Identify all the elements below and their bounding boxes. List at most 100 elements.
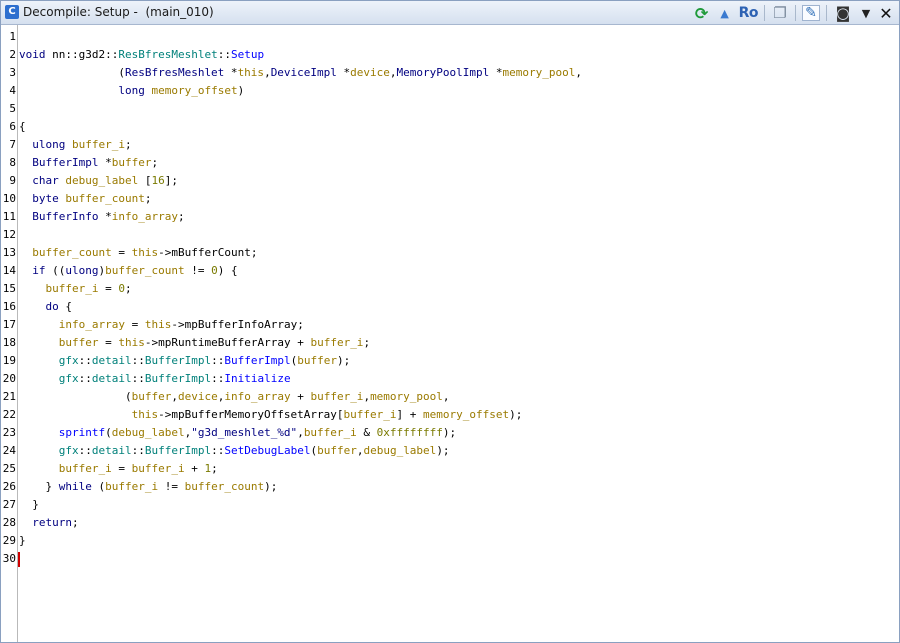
code-token: = xyxy=(98,282,119,295)
code-token: * xyxy=(336,66,351,79)
code-token: ; xyxy=(151,156,159,169)
line-number: 6 xyxy=(9,120,16,133)
code-token: [ xyxy=(138,174,152,187)
code-line[interactable]: 15 buffer_i = 0; xyxy=(1,280,899,298)
code-line[interactable]: 2 void nn::g3d2::ResBfresMeshlet::Setup xyxy=(1,46,899,64)
function-graph-icon[interactable]: ▲ xyxy=(717,4,733,22)
code-token: info_array xyxy=(111,210,178,223)
code-token: ( xyxy=(19,66,125,79)
code-line[interactable]: 12 xyxy=(1,226,899,244)
code-line[interactable]: 25 buffer_i = buffer_i + 1; xyxy=(1,460,899,478)
code-token: BufferImpl xyxy=(224,354,291,367)
decompiler-window: C Decompile: Setup - (main_010) ⟳ ▲ Ro ❐… xyxy=(0,0,900,643)
code-token: + xyxy=(184,462,205,475)
code-token: = xyxy=(111,246,132,259)
code-token: this xyxy=(118,336,145,349)
code-line[interactable]: 24 gfx::detail::BufferImpl::SetDebugLabe… xyxy=(1,442,899,460)
code-token: buffer xyxy=(297,354,337,367)
code-line[interactable]: 26 } while (buffer_i != buffer_count); xyxy=(1,478,899,496)
code-token: while xyxy=(58,480,92,493)
code-token: } xyxy=(19,534,26,547)
chevron-down-icon[interactable]: ▼ xyxy=(859,4,873,22)
line-number: 12 xyxy=(2,228,16,241)
code-line[interactable]: 19 gfx::detail::BufferImpl::BufferImpl(b… xyxy=(1,352,899,370)
toolbar-separator xyxy=(795,5,796,21)
code-line[interactable]: 27 } xyxy=(1,496,899,514)
code-line[interactable]: 7 ulong buffer_i; xyxy=(1,136,899,154)
code-line[interactable]: 21 (buffer,device,info_array + buffer_i,… xyxy=(1,388,899,406)
code-token: ->mpBufferMemoryOffsetArray[ xyxy=(158,408,344,421)
code-line[interactable]: 23 sprintf(debug_label,"g3d_meshlet_%d",… xyxy=(1,424,899,442)
close-icon[interactable]: ✕ xyxy=(879,4,893,23)
line-number: 3 xyxy=(9,66,16,79)
snapshot-icon[interactable]: ◙ xyxy=(833,4,853,22)
code-token: , xyxy=(575,66,582,79)
code-line[interactable]: 9 char debug_label [16]; xyxy=(1,172,899,190)
code-line[interactable]: 5 xyxy=(1,100,899,118)
code-line[interactable]: 30 xyxy=(1,550,899,568)
code-token: :: xyxy=(131,444,145,457)
line-number: 23 xyxy=(2,426,16,439)
code-token: memory_offset xyxy=(423,408,510,421)
copy-icon[interactable]: ❐ xyxy=(771,4,789,22)
code-line[interactable]: 18 buffer = this->mpRuntimeBufferArray +… xyxy=(1,334,899,352)
code-text: } xyxy=(19,532,26,550)
code-token: long xyxy=(118,84,145,97)
code-token: ) xyxy=(237,84,245,97)
line-number: 11 xyxy=(2,210,16,223)
line-number: 21 xyxy=(2,390,16,403)
line-number: 25 xyxy=(2,462,16,475)
decompile-app-icon: C xyxy=(5,5,19,19)
code-text: BufferImpl *buffer; xyxy=(19,154,158,172)
line-number: 5 xyxy=(9,102,16,115)
code-token: -> xyxy=(158,246,172,259)
code-line[interactable]: 20 gfx::detail::BufferImpl::Initialize xyxy=(1,370,899,388)
code-line[interactable]: 4 long memory_offset) xyxy=(1,82,899,100)
refresh-icon[interactable]: ⟳ xyxy=(693,4,711,23)
code-line[interactable]: 22 this->mpBufferMemoryOffsetArray[buffe… xyxy=(1,406,899,424)
line-number: 1 xyxy=(9,30,16,43)
read-only-toggle[interactable]: Ro xyxy=(739,4,759,22)
line-number: 27 xyxy=(2,498,16,511)
code-text: byte buffer_count; xyxy=(19,190,151,208)
edit-icon[interactable]: ✎ xyxy=(802,5,820,21)
code-text: if ((ulong)buffer_count != 0) { xyxy=(19,262,237,280)
code-token: * xyxy=(98,210,112,223)
code-line[interactable]: 28 return; xyxy=(1,514,899,532)
toolbar-separator xyxy=(826,5,827,21)
code-line[interactable]: 14 if ((ulong)buffer_count != 0) { xyxy=(1,262,899,280)
code-line[interactable]: 13 buffer_count = this->mBufferCount; xyxy=(1,244,899,262)
code-token: buffer_count xyxy=(65,192,145,205)
code-token: :: xyxy=(211,444,225,457)
code-token: buffer_i xyxy=(131,462,185,475)
code-token: BufferImpl xyxy=(144,354,212,367)
code-text: buffer_i = 0; xyxy=(19,280,132,298)
line-number: 26 xyxy=(2,480,16,493)
code-token: gfx xyxy=(58,444,79,457)
code-token: do xyxy=(45,300,59,313)
code-line[interactable]: 1 xyxy=(1,28,899,46)
code-line[interactable]: 17 info_array = this->mpBufferInfoArray; xyxy=(1,316,899,334)
code-line[interactable]: 8 BufferImpl *buffer; xyxy=(1,154,899,172)
code-token: char xyxy=(32,174,59,187)
code-line[interactable]: 29} xyxy=(1,532,899,550)
code-token: != xyxy=(184,264,212,277)
code-token: , xyxy=(389,66,397,79)
code-token: * xyxy=(489,66,503,79)
code-text: (buffer,device,info_array + buffer_i,mem… xyxy=(19,388,450,406)
code-token: nn::g3d2:: xyxy=(45,48,119,61)
code-line[interactable]: 11 BufferInfo *info_array; xyxy=(1,208,899,226)
code-line[interactable]: 10 byte buffer_count; xyxy=(1,190,899,208)
code-token: buffer_i xyxy=(45,282,99,295)
line-number: 4 xyxy=(9,84,16,97)
code-line[interactable]: 6{ xyxy=(1,118,899,136)
decompiled-code-area[interactable]: 1 2 void nn::g3d2::ResBfresMeshlet::Setup 3… xyxy=(1,28,899,568)
code-line[interactable]: 3 (ResBfresMeshlet *this,DeviceImpl *dev… xyxy=(1,64,899,82)
code-line[interactable]: 16 do { xyxy=(1,298,899,316)
